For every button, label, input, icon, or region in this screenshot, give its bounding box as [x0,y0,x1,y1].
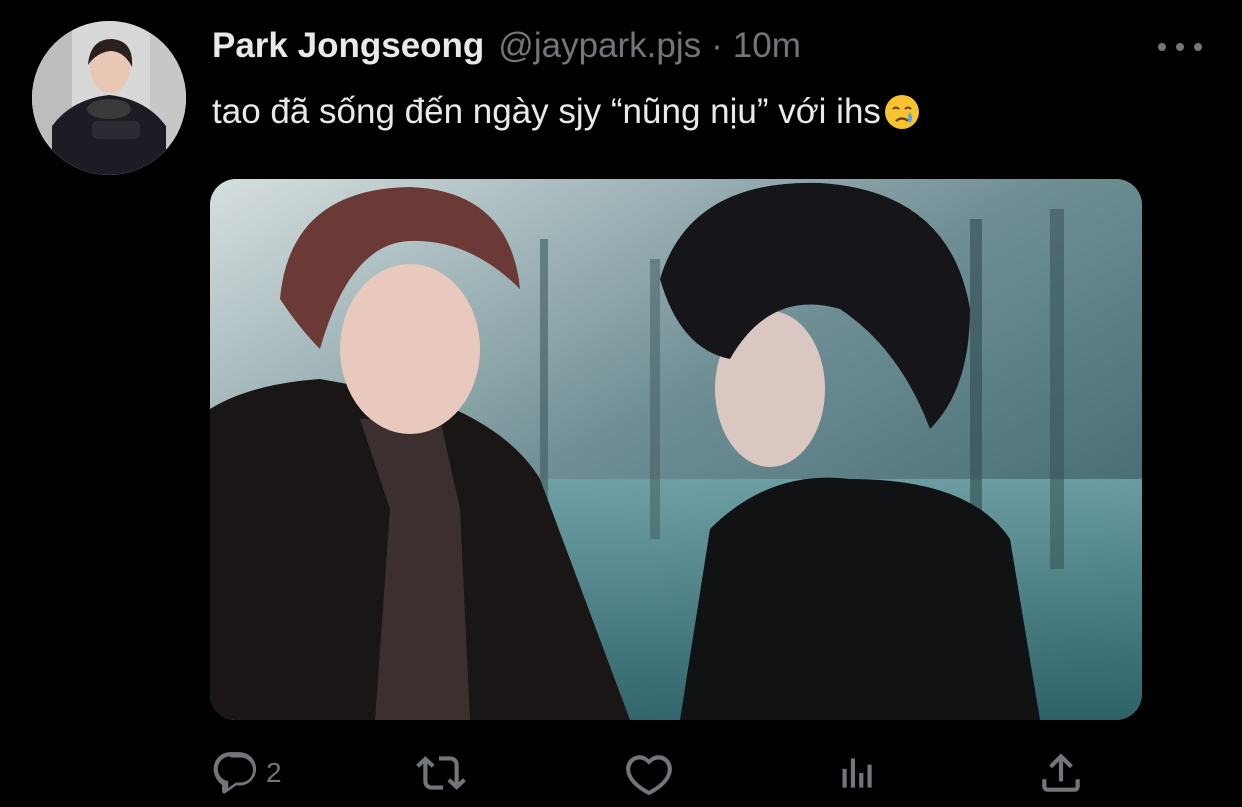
tweet-actions-bar: 2 [210,745,1142,801]
reply-button[interactable]: 2 [210,745,282,801]
retweet-icon [416,756,466,790]
avatar-photo [32,21,186,175]
reply-icon [213,752,257,794]
separator-dot: · [711,26,723,65]
views-button[interactable] [830,745,880,801]
crying-face-emoji-icon [884,95,919,129]
tweet-text: tao đã sống đến ngày sjy “nũng nịu” với … [212,92,881,131]
tweet-text-row: tao đã sống đến ngày sjy “nũng nịu” với … [212,92,921,132]
reply-count: 2 [266,757,282,788]
like-button[interactable] [624,745,680,801]
heart-icon [626,755,672,796]
author-avatar[interactable] [32,21,186,175]
author-handle[interactable]: @jaypark.pjs [498,26,701,66]
share-icon [1042,753,1080,792]
share-button[interactable] [1036,745,1086,801]
tweet-header: Park Jongseong @jaypark.pjs · 10m [212,26,801,70]
more-options-icon[interactable] [1158,30,1202,64]
tweet-media-image[interactable] [210,179,1142,720]
media-photo [210,179,1142,720]
analytics-bars-icon [842,758,872,788]
tweet-timestamp[interactable]: 10m [733,26,801,66]
retweet-button[interactable] [416,745,472,801]
author-name[interactable]: Park Jongseong [212,26,484,66]
